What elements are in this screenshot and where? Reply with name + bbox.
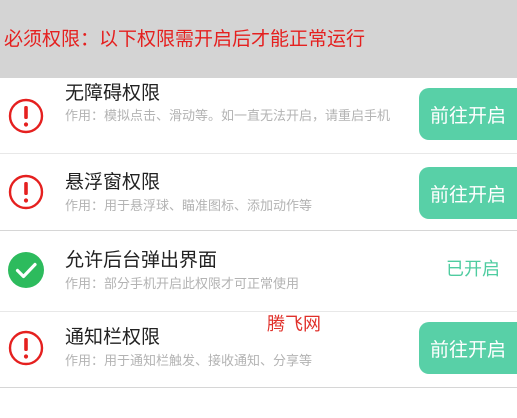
open-notification-button[interactable]: 前往开启 <box>419 322 517 374</box>
permission-row-accessibility: 无障碍权限 作用：模拟点击、滑动等。如一直无法开启，请重启手机 前往开启 <box>0 78 517 154</box>
open-overlay-button[interactable]: 前往开启 <box>419 167 517 219</box>
permission-description: 作用：用于悬浮球、瞄准图标、添加动作等 <box>65 199 313 214</box>
open-accessibility-button[interactable]: 前往开启 <box>419 88 517 140</box>
permission-description: 作用：模拟点击、滑动等。如一直无法开启，请重启手机 <box>65 109 391 124</box>
alert-circle-icon <box>8 98 44 134</box>
permission-title: 无障碍权限 <box>65 82 161 104</box>
banner-text: 必须权限：以下权限需开启后才能正常运行 <box>4 27 366 50</box>
permission-description: 作用：用于通知栏触发、接收通知、分享等 <box>65 354 313 369</box>
permission-row-notification: 通知栏权限 作用：用于通知栏触发、接收通知、分享等 前往开启 <box>0 313 517 388</box>
alert-circle-icon <box>8 330 44 366</box>
permission-description: 作用：部分手机开启此权限才可正常使用 <box>65 277 300 292</box>
permission-title: 悬浮窗权限 <box>65 171 161 193</box>
granted-status: 已开启 <box>446 259 500 280</box>
permission-row-background-popup: 允许后台弹出界面 作用：部分手机开启此权限才可正常使用 已开启 <box>0 232 517 312</box>
permission-title: 通知栏权限 <box>65 326 161 348</box>
check-circle-icon <box>8 252 44 288</box>
permission-row-overlay: 悬浮窗权限 作用：用于悬浮球、瞄准图标、添加动作等 前往开启 <box>0 155 517 231</box>
watermark: 腾飞网 <box>267 314 321 335</box>
permission-title: 允许后台弹出界面 <box>65 249 218 271</box>
alert-circle-icon <box>8 174 44 210</box>
permission-banner: 必须权限：以下权限需开启后才能正常运行 <box>0 0 517 78</box>
